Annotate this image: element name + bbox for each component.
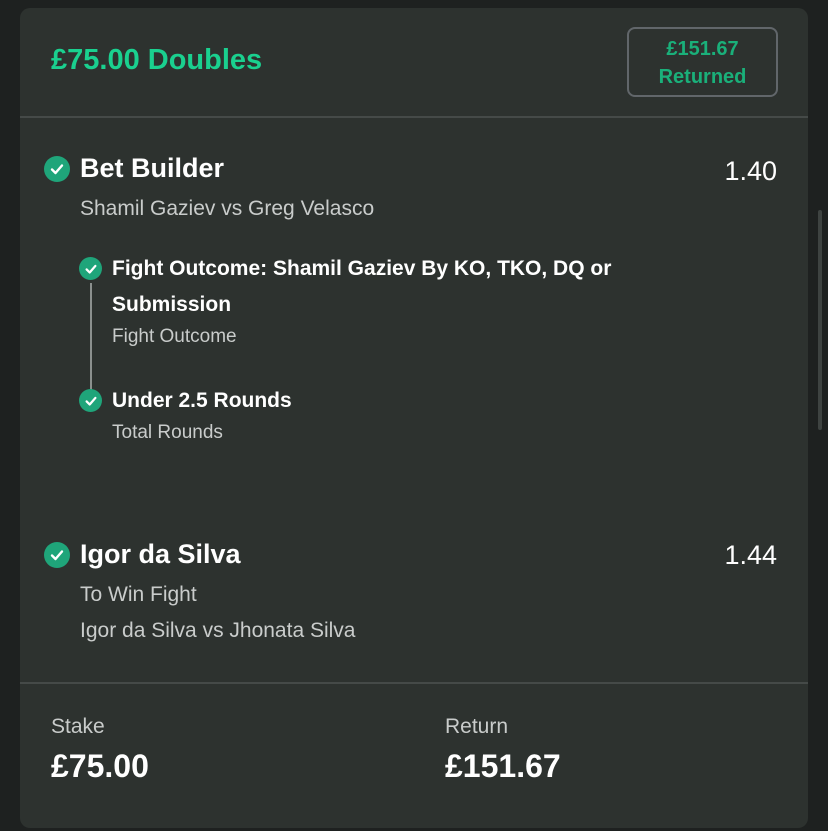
selection-market: Fight Outcome [112, 326, 237, 347]
check-circle-icon [79, 389, 102, 412]
footer-divider [20, 682, 808, 684]
bet-title: £75.00 Doubles [51, 44, 263, 76]
return-label: Return [445, 715, 509, 738]
bet-card: £75.00 Doubles £151.67 Returned Bet Buil… [20, 8, 808, 828]
selection-market: Total Rounds [112, 422, 223, 443]
header-divider [20, 116, 808, 118]
leg-market: To Win Fight [80, 583, 197, 606]
selection-title-line: Fight Outcome: Shamil Gaziev By KO, TKO,… [112, 257, 612, 280]
leg-title: Igor da Silva [80, 539, 241, 569]
returned-badge: £151.67 Returned [627, 27, 778, 97]
check-circle-icon [44, 542, 70, 568]
returned-label: Returned [658, 66, 747, 88]
leg-odds: 1.40 [724, 156, 777, 186]
return-value: £151.67 [445, 748, 561, 784]
selection-title: Under 2.5 Rounds [112, 389, 292, 412]
selection-title: Fight Outcome: Shamil Gaziev By KO, TKO,… [112, 251, 611, 323]
scrollbar[interactable] [818, 210, 822, 430]
selection-title-line: Submission [112, 293, 232, 316]
selection-connector-line [90, 283, 92, 401]
leg-odds: 1.44 [724, 540, 777, 570]
bet-header: £75.00 Doubles £151.67 Returned [20, 8, 808, 118]
returned-amount: £151.67 [666, 38, 739, 60]
leg-title: Bet Builder [80, 153, 225, 183]
stake-value: £75.00 [51, 748, 149, 784]
check-circle-icon [79, 257, 102, 280]
stake-label: Stake [51, 715, 105, 738]
check-circle-icon [44, 156, 70, 182]
leg-event: Igor da Silva vs Jhonata Silva [80, 619, 356, 642]
leg-event: Shamil Gaziev vs Greg Velasco [80, 197, 375, 220]
